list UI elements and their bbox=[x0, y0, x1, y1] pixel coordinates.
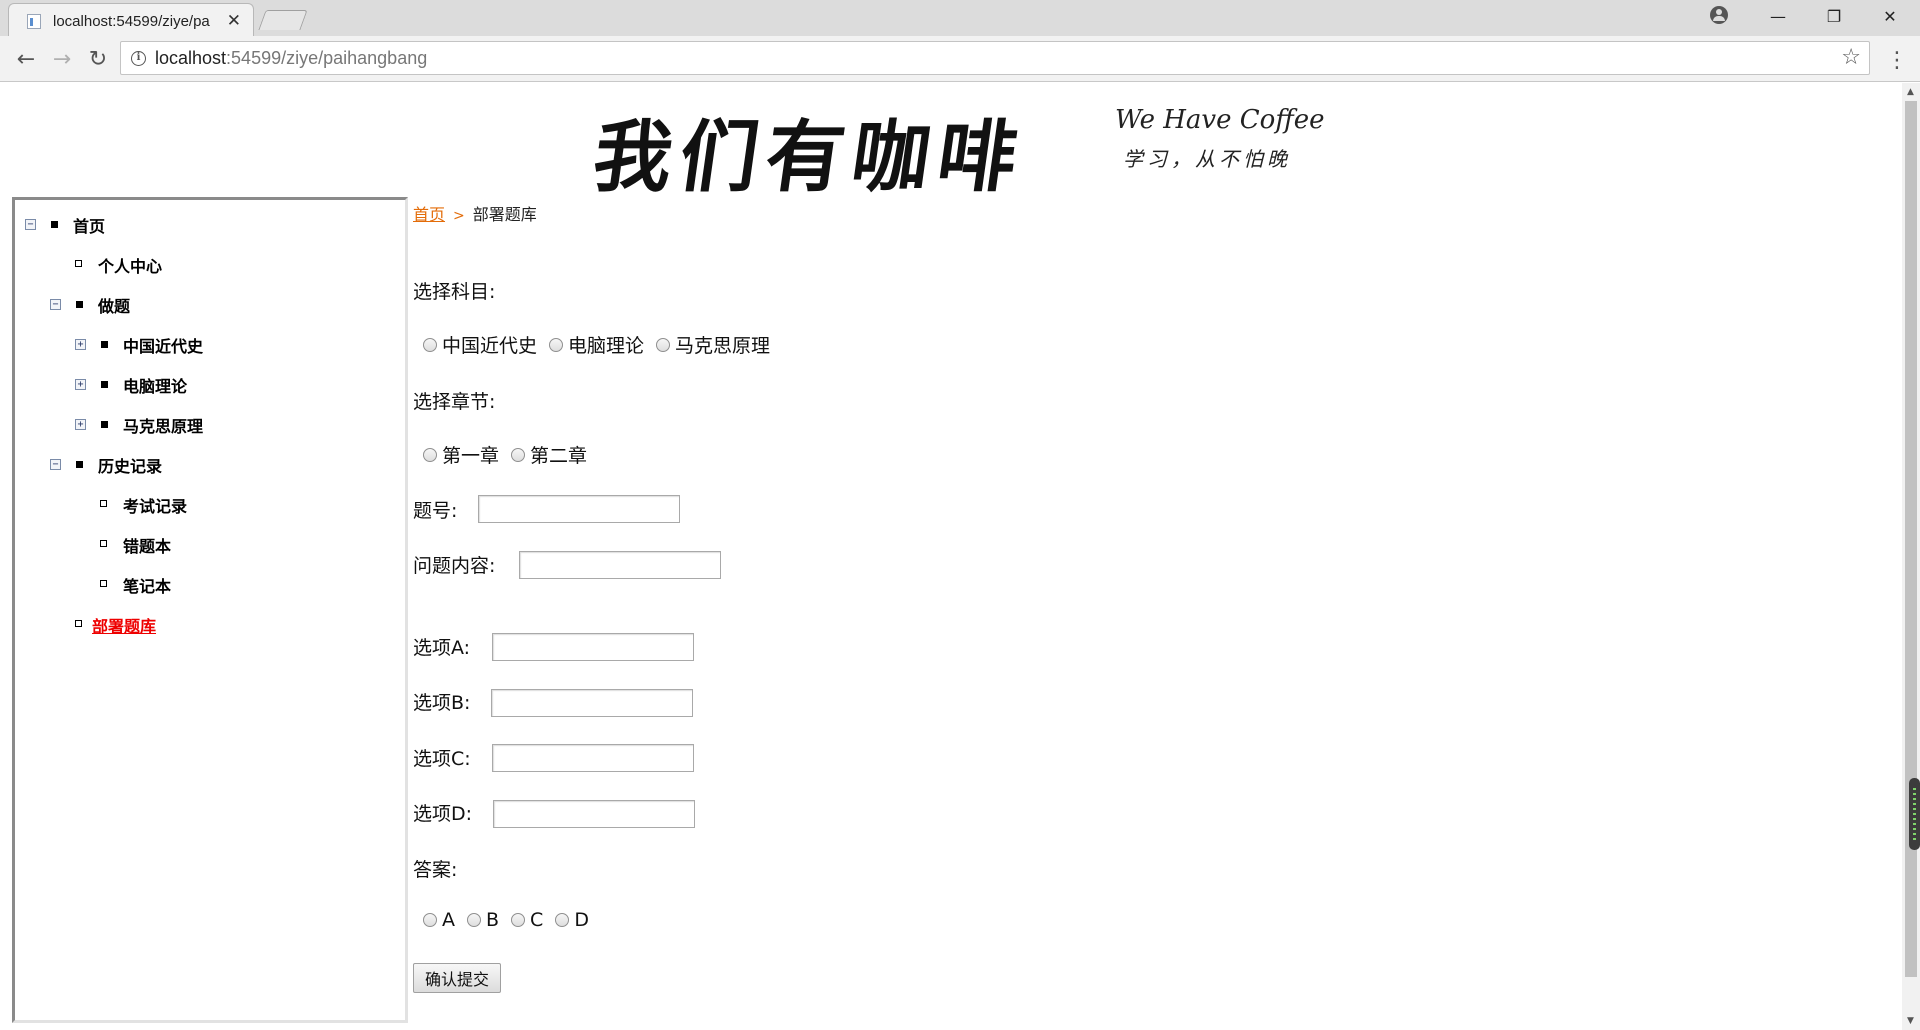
bullet-icon bbox=[100, 500, 107, 507]
answer-option[interactable]: D bbox=[555, 909, 589, 931]
logo-english: We Have Coffee bbox=[1115, 105, 1325, 135]
radio-button[interactable] bbox=[511, 447, 526, 462]
sidebar-item-label[interactable]: 错题本 bbox=[123, 533, 171, 557]
collapse-icon[interactable]: − bbox=[50, 299, 61, 310]
answer-radio-group: A B C D bbox=[423, 909, 601, 931]
logo-tagline: 学习，从不怕晚 bbox=[1123, 147, 1291, 171]
bullet-icon bbox=[100, 540, 107, 547]
scroll-up-icon[interactable]: ▲ bbox=[1907, 87, 1914, 97]
forward-button[interactable]: → bbox=[48, 45, 76, 73]
reload-button[interactable]: ↻ bbox=[84, 45, 112, 73]
account-icon[interactable] bbox=[1710, 6, 1728, 24]
sidebar-item-label[interactable]: 历史记录 bbox=[98, 453, 162, 477]
tab-title: localhost:54599/ziye/pa bbox=[53, 13, 210, 30]
sidebar-item-label[interactable]: 马克思原理 bbox=[123, 413, 203, 437]
bullet-icon bbox=[75, 620, 82, 627]
bullet-icon bbox=[101, 421, 108, 428]
submit-button[interactable]: 确认提交 bbox=[413, 963, 501, 993]
option-b-label: 选项B: bbox=[413, 692, 471, 714]
radio-button[interactable] bbox=[423, 447, 437, 462]
new-tab-button[interactable] bbox=[258, 10, 308, 30]
expand-icon[interactable]: + bbox=[75, 419, 86, 430]
chapter-option[interactable]: 第一章 bbox=[423, 441, 499, 468]
bullet-icon bbox=[51, 221, 58, 228]
sidebar-item-label[interactable]: 笔记本 bbox=[123, 573, 171, 597]
collapse-icon[interactable]: − bbox=[25, 219, 36, 230]
collapse-icon[interactable]: − bbox=[50, 459, 61, 470]
subject-option[interactable]: 中国近代史 bbox=[423, 331, 537, 358]
restore-button[interactable]: ❐ bbox=[1806, 0, 1862, 32]
radio-button[interactable] bbox=[423, 337, 437, 352]
question-content-label: 问题内容: bbox=[413, 555, 496, 577]
subject-option[interactable]: 电脑理论 bbox=[549, 331, 644, 358]
option-d-label: 选项D: bbox=[413, 803, 473, 825]
chevron-right-icon: > bbox=[453, 208, 465, 224]
question-number-input[interactable] bbox=[478, 495, 680, 523]
sidebar-item-label[interactable]: 中国近代史 bbox=[123, 333, 203, 357]
bullet-icon bbox=[101, 341, 108, 348]
side-grip[interactable] bbox=[1909, 778, 1920, 850]
subject-option[interactable]: 马克思原理 bbox=[656, 331, 770, 358]
breadcrumb: 首页 > 部署题库 bbox=[413, 201, 537, 225]
breadcrumb-home-link[interactable]: 首页 bbox=[413, 205, 445, 224]
answer-option[interactable]: B bbox=[467, 909, 499, 931]
chapter-label: 选择章节: bbox=[413, 391, 496, 413]
radio-button[interactable] bbox=[511, 913, 526, 927]
breadcrumb-current: 部署题库 bbox=[472, 205, 537, 224]
option-c-label: 选项C: bbox=[413, 748, 471, 770]
sidebar-item-label[interactable]: 电脑理论 bbox=[123, 373, 187, 397]
browser-toolbar: ← → ↻ i localhost:54599/ziye/paihangbang… bbox=[0, 36, 1920, 82]
question-content-input[interactable] bbox=[519, 551, 721, 579]
close-tab-icon[interactable]: ✕ bbox=[227, 11, 241, 31]
sidebar-item-label[interactable]: 部署题库 bbox=[92, 613, 156, 637]
expand-icon[interactable]: + bbox=[75, 339, 86, 350]
radio-button[interactable] bbox=[656, 337, 671, 352]
sidebar-tree: − 首页 个人中心 − 做题 + 中国近代史 + 电脑理论 + 马克思原理 − … bbox=[12, 197, 408, 1023]
radio-button[interactable] bbox=[555, 913, 570, 927]
close-window-button[interactable]: ✕ bbox=[1862, 0, 1918, 32]
expand-icon[interactable]: + bbox=[75, 379, 86, 390]
bullet-icon bbox=[101, 381, 108, 388]
sidebar-item-label[interactable]: 首页 bbox=[73, 213, 105, 237]
sidebar-item-label[interactable]: 个人中心 bbox=[98, 253, 162, 277]
bullet-icon bbox=[100, 580, 107, 587]
scroll-down-icon[interactable]: ▼ bbox=[1907, 1016, 1914, 1026]
sidebar-item-label[interactable]: 考试记录 bbox=[123, 493, 187, 517]
site-logo: 我们有咖啡 We Have Coffee 学习，从不怕晚 bbox=[588, 93, 1325, 203]
sidebar-item-label[interactable]: 做题 bbox=[98, 293, 130, 317]
back-button[interactable]: ← bbox=[12, 45, 40, 73]
option-a-label: 选项A: bbox=[413, 637, 471, 659]
browser-tab[interactable]: localhost:54599/ziye/pa ✕ bbox=[8, 3, 254, 37]
radio-button[interactable] bbox=[549, 337, 564, 352]
page-scrollbar[interactable]: ▲ ▼ bbox=[1902, 83, 1920, 1030]
subject-label: 选择科目: bbox=[413, 281, 496, 303]
answer-option[interactable]: C bbox=[511, 909, 543, 931]
address-bar[interactable]: i localhost:54599/ziye/paihangbang ☆ bbox=[120, 41, 1870, 75]
option-c-input[interactable] bbox=[492, 744, 694, 772]
answer-label: 答案: bbox=[413, 859, 458, 881]
option-d-input[interactable] bbox=[493, 800, 695, 828]
radio-button[interactable] bbox=[467, 913, 481, 927]
radio-button[interactable] bbox=[423, 913, 437, 927]
bullet-icon bbox=[76, 461, 83, 468]
question-number-label: 题号: bbox=[413, 500, 458, 522]
subject-radio-group: 中国近代史 电脑理论 马克思原理 bbox=[423, 331, 782, 358]
page-viewport: 我们有咖啡 We Have Coffee 学习，从不怕晚 − 首页 个人中心 −… bbox=[0, 83, 1902, 1030]
chapter-radio-group: 第一章 第二章 bbox=[423, 441, 599, 468]
browser-menu-icon[interactable]: ⋮ bbox=[1886, 48, 1908, 73]
option-a-input[interactable] bbox=[492, 633, 694, 661]
info-icon[interactable]: i bbox=[131, 51, 146, 66]
option-b-input[interactable] bbox=[491, 689, 693, 717]
logo-title: 我们有咖啡 bbox=[587, 112, 1031, 203]
bookmark-star-icon[interactable]: ☆ bbox=[1841, 45, 1861, 70]
url-text: localhost:54599/ziye/paihangbang bbox=[155, 48, 428, 68]
browser-titlebar: localhost:54599/ziye/pa ✕ — ❐ ✕ bbox=[0, 0, 1920, 37]
chapter-option[interactable]: 第二章 bbox=[511, 441, 587, 468]
bullet-icon bbox=[76, 301, 83, 308]
minimize-button[interactable]: — bbox=[1750, 0, 1806, 32]
answer-option[interactable]: A bbox=[423, 909, 455, 931]
page-icon bbox=[27, 14, 41, 29]
bullet-icon bbox=[75, 260, 82, 267]
